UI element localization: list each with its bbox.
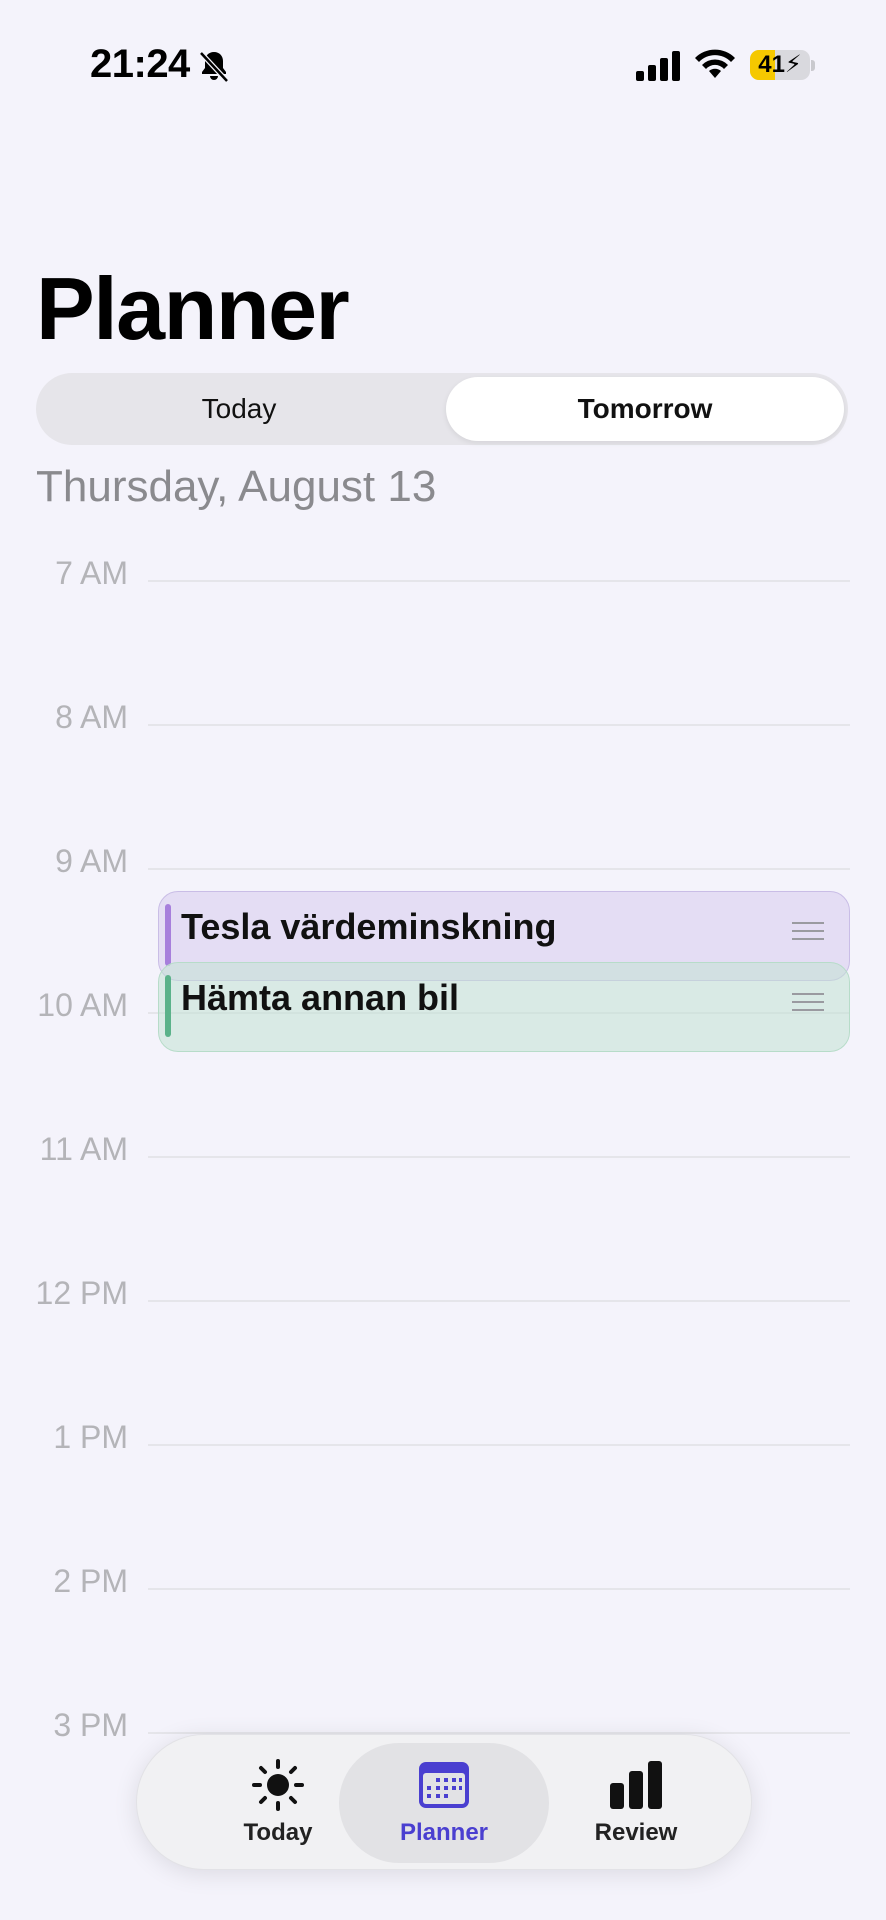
calendar-icon: [419, 1762, 469, 1808]
tab-label: Review: [594, 1819, 678, 1846]
status-time: 21:24: [90, 42, 190, 86]
hour-row-12pm: 12 PM: [0, 1275, 886, 1315]
tab-bar: Today Planner Review: [136, 1734, 752, 1870]
hour-label: 12 PM: [35, 1275, 128, 1311]
hour-label: 9 AM: [55, 843, 128, 879]
sun-icon: [252, 1759, 304, 1811]
hour-label: 10 AM: [37, 987, 128, 1023]
hour-divider: [148, 580, 850, 582]
drag-handle-icon[interactable]: [791, 991, 825, 1013]
event-title: Hämta annan bil: [181, 977, 460, 1018]
date-heading: Thursday, August 13: [36, 462, 437, 511]
hour-label: 1 PM: [53, 1419, 128, 1455]
hour-label: 2 PM: [53, 1563, 128, 1599]
page-title: Planner: [36, 259, 350, 358]
tab-review[interactable]: Review: [531, 1743, 741, 1863]
hour-row-1pm: 1 PM: [0, 1419, 886, 1459]
hour-label: 3 PM: [53, 1707, 128, 1743]
timeline[interactable]: 7 AM 8 AM 9 AM 10 AM 11 AM 12 PM 1 PM 2 …: [0, 540, 886, 1743]
battery-percent: 41⚡: [758, 51, 802, 78]
hour-divider: [148, 868, 850, 870]
hour-row-11am: 11 AM: [0, 1131, 886, 1171]
event-color-bar: [165, 904, 171, 966]
segment-tomorrow[interactable]: Tomorrow: [446, 377, 844, 441]
tab-planner[interactable]: Planner: [339, 1743, 549, 1863]
hour-divider: [148, 1444, 850, 1446]
bell-slash-icon: [199, 51, 229, 83]
hour-label: 7 AM: [55, 555, 128, 591]
event-title: Tesla värdeminskning: [181, 906, 557, 947]
status-bar: 21:24 41⚡: [0, 0, 886, 130]
wifi-icon: [695, 49, 735, 78]
hour-row-9am: 9 AM: [0, 843, 886, 883]
hour-divider: [148, 724, 850, 726]
hour-divider: [148, 1156, 850, 1158]
bar-chart-icon: [610, 1761, 662, 1809]
tab-label: Planner: [399, 1819, 489, 1846]
hour-row-8am: 8 AM: [0, 699, 886, 739]
battery-indicator: 41⚡: [750, 50, 810, 80]
event-card-hamta[interactable]: Hämta annan bil: [158, 962, 850, 1052]
hour-label: 11 AM: [39, 1131, 128, 1167]
day-segmented-control: Today Tomorrow: [36, 373, 848, 445]
segment-today[interactable]: Today: [40, 377, 438, 441]
hour-row-7am: 7 AM: [0, 555, 886, 595]
hour-row-2pm: 2 PM: [0, 1563, 886, 1603]
hour-divider: [148, 1300, 850, 1302]
hour-label: 8 AM: [55, 699, 128, 735]
event-color-bar: [165, 975, 171, 1037]
hour-divider: [148, 1588, 850, 1590]
battery-cap: [811, 60, 815, 71]
tab-label: Today: [243, 1819, 313, 1846]
cellular-signal-icon: [636, 51, 680, 81]
drag-handle-icon[interactable]: [791, 920, 825, 942]
